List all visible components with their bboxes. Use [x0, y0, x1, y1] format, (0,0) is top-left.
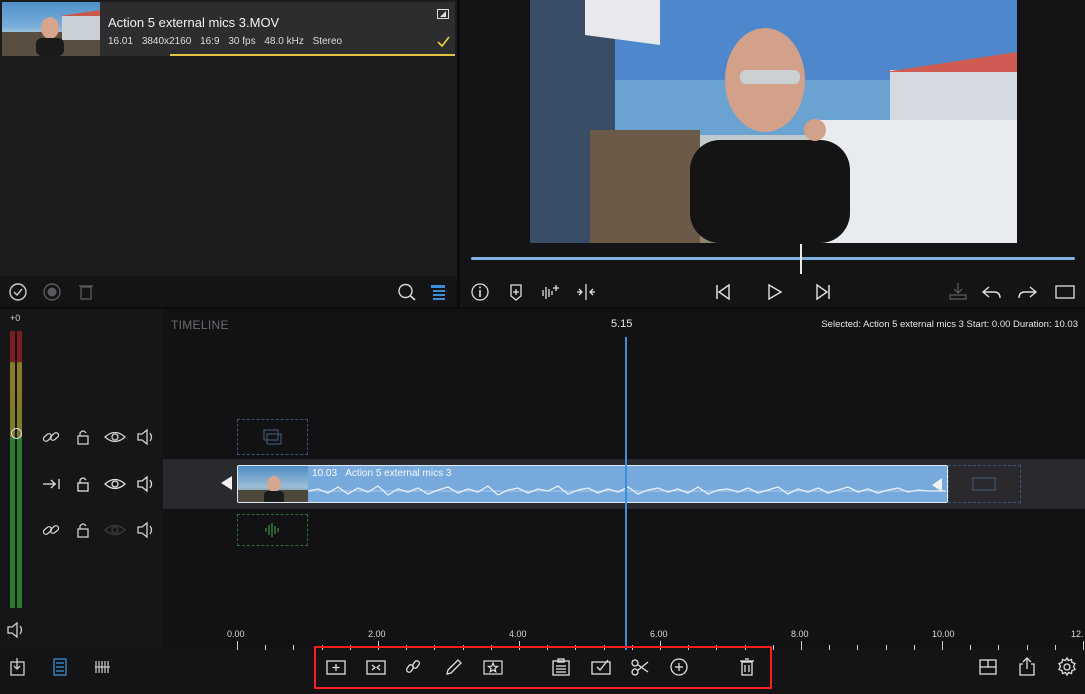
- track-output-icon[interactable]: [38, 471, 64, 497]
- eye-icon[interactable]: [102, 424, 128, 450]
- scrub-playhead[interactable]: [800, 244, 802, 274]
- trim-right-handle[interactable]: [932, 478, 942, 492]
- lock-icon[interactable]: [70, 517, 96, 543]
- timeline-clip-label: 10.03 Action 5 external mics 3: [312, 468, 457, 479]
- settings-icon[interactable]: [1054, 654, 1080, 680]
- overwrite-icon[interactable]: [945, 279, 971, 305]
- trash-icon[interactable]: [73, 279, 99, 305]
- clip-progress-bar: [170, 54, 455, 56]
- track-header: +0: [0, 309, 163, 650]
- timeline-clip-thumbnail: [238, 466, 308, 502]
- info-icon[interactable]: [467, 279, 493, 305]
- clip-sample-rate: 48.0 kHz: [264, 36, 304, 47]
- ruler-label: 12.: [1071, 629, 1084, 639]
- highlight-box: [314, 646, 772, 689]
- eye-icon[interactable]: [102, 517, 128, 543]
- ruler-tick: [801, 641, 802, 650]
- timeline-panel: +0 TIMELINE 5.15 Selected: Action 5 exte…: [0, 309, 1085, 650]
- timeline-clip[interactable]: 10.03 Action 5 external mics 3: [237, 465, 948, 503]
- clip-resolution: 3840x2160: [141, 36, 192, 47]
- title-track-placeholder[interactable]: [237, 419, 308, 455]
- skip-back-icon[interactable]: [710, 279, 736, 305]
- search-icon[interactable]: [394, 279, 420, 305]
- record-icon[interactable]: [39, 279, 65, 305]
- redo-icon[interactable]: [1014, 279, 1040, 305]
- layers-icon[interactable]: [425, 279, 451, 305]
- ruler-label: 6.00: [650, 629, 668, 639]
- timeline-label: TIMELINE: [171, 318, 229, 332]
- checkmark-icon: [436, 34, 450, 48]
- clip-name: Action 5 external mics 3.MOV: [108, 15, 280, 30]
- clip-thumbnail: [2, 2, 100, 56]
- ruler-label: 10.00: [932, 629, 955, 639]
- media-library-panel: Action 5 external mics 3.MOV 16.01 3840x…: [0, 0, 457, 276]
- timeline-clip-duration: 10.03: [312, 468, 338, 479]
- ruler-label: 8.00: [791, 629, 809, 639]
- lock-icon[interactable]: [70, 471, 96, 497]
- scrub-track[interactable]: [471, 257, 1075, 260]
- ruler-label: 4.00: [509, 629, 527, 639]
- import-icon[interactable]: [5, 654, 31, 680]
- undo-icon[interactable]: [979, 279, 1005, 305]
- playhead-time: 5.15: [611, 318, 633, 330]
- check-circle-icon[interactable]: [5, 279, 31, 305]
- play-icon[interactable]: [761, 279, 787, 305]
- marker-icon[interactable]: [503, 279, 529, 305]
- clip-aspect: 16:9: [200, 36, 220, 47]
- fullscreen-icon[interactable]: [1052, 279, 1078, 305]
- lock-icon[interactable]: [70, 424, 96, 450]
- speaker-icon[interactable]: [133, 424, 159, 450]
- clip-type-icon: [436, 8, 450, 20]
- clip-duration: 16.01: [108, 36, 134, 47]
- ruler-label: 0.00: [227, 629, 245, 639]
- link-icon[interactable]: [38, 424, 64, 450]
- clip-metadata: 16.01 3840x2160 16:9 30 fps 48.0 kHz Ste…: [108, 36, 348, 47]
- timeline-area[interactable]: TIMELINE 5.15 Selected: Action 5 externa…: [163, 309, 1085, 650]
- audio-waveform: [308, 485, 946, 496]
- list-view-icon[interactable]: [47, 654, 73, 680]
- volume-knob[interactable]: [11, 428, 22, 439]
- vu-meter-label: +0: [10, 313, 21, 323]
- share-icon[interactable]: [1014, 654, 1040, 680]
- selection-info: Selected: Action 5 external mics 3 Start…: [821, 319, 1078, 330]
- vu-meter-right: [17, 331, 22, 608]
- waveform-view-icon[interactable]: [90, 654, 116, 680]
- library-toolbar: [0, 276, 457, 307]
- ruler-label: 2.00: [368, 629, 386, 639]
- audio-waveform-add-icon[interactable]: [538, 279, 564, 305]
- speaker-icon[interactable]: [133, 471, 159, 497]
- ruler-tick: [942, 641, 943, 650]
- playhead-line[interactable]: [625, 337, 627, 650]
- video-viewer-panel: [460, 0, 1085, 307]
- link-icon[interactable]: [38, 517, 64, 543]
- vu-meter-left: [10, 331, 15, 608]
- skip-forward-icon[interactable]: [810, 279, 836, 305]
- audio-track-placeholder[interactable]: [237, 514, 308, 546]
- clip-channels: Stereo: [312, 36, 343, 47]
- master-volume-icon[interactable]: [3, 617, 29, 643]
- eye-icon[interactable]: [102, 471, 128, 497]
- ruler-tick: [1083, 641, 1084, 650]
- split-icon[interactable]: [573, 279, 599, 305]
- clip-fps: 30 fps: [228, 36, 256, 47]
- library-clip-item[interactable]: Action 5 external mics 3.MOV 16.01 3840x…: [2, 2, 455, 56]
- transition-placeholder[interactable]: [948, 465, 1021, 503]
- speaker-icon[interactable]: [133, 517, 159, 543]
- trim-left-arrow[interactable]: [221, 476, 233, 490]
- video-preview[interactable]: [530, 0, 1017, 243]
- timeline-clip-name: Action 5 external mics 3: [345, 468, 452, 479]
- layout-icon[interactable]: [975, 654, 1001, 680]
- ruler-tick: [237, 641, 238, 650]
